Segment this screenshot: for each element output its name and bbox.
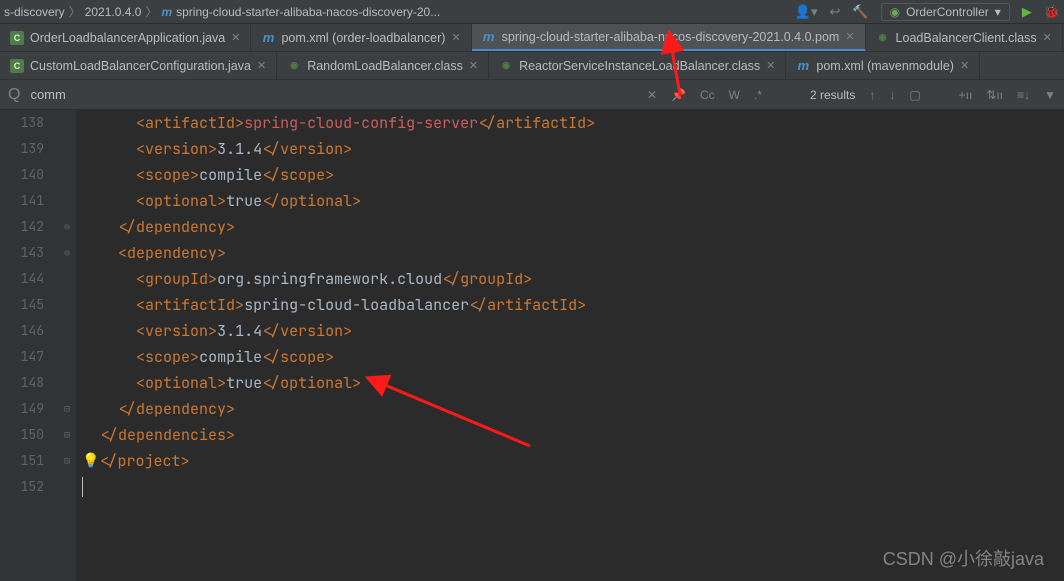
code-editor: 1381391401411421431441451461471481491501… (0, 110, 1064, 581)
close-icon[interactable]: ✕ (451, 31, 460, 44)
breadcrumb: s-discovery 〉 2021.0.4.0 〉 m spring-clou… (4, 3, 795, 20)
tab-label: spring-cloud-starter-alibaba-nacos-disco… (502, 30, 840, 44)
editor-tab[interactable]: CCustomLoadBalancerConfiguration.java✕ (0, 52, 277, 79)
chevron-right-icon: 〉 (145, 3, 157, 20)
tab-label: OrderLoadbalancerApplication.java (30, 31, 225, 45)
close-icon[interactable]: ✕ (960, 59, 969, 72)
editor-tab[interactable]: mpom.xml (mavenmodule)✕ (786, 52, 980, 79)
toggle-icon[interactable]: ⇅ıı (986, 88, 1003, 102)
clear-icon[interactable]: ✕ (647, 88, 657, 102)
code-area[interactable]: <artifactId>spring-cloud-config-server</… (76, 110, 1064, 581)
search-input[interactable] (30, 87, 330, 102)
prev-match[interactable]: ↑ (869, 88, 875, 102)
intention-bulb-icon[interactable]: 💡 (82, 448, 99, 474)
select-all-icon[interactable]: ▢ (909, 88, 920, 102)
maven-icon: m (161, 5, 172, 19)
pin-icon[interactable]: 📌 (671, 88, 686, 102)
case-toggle[interactable]: Cc (700, 88, 715, 102)
editor-tabs-row-1: COrderLoadbalancerApplication.java✕mpom.… (0, 24, 1064, 52)
search-bar: Q ✕ 📌 Cc W .* 2 results ↑ ↓ ▢ +ıı ⇅ıı ≡↓… (0, 80, 1064, 110)
hammer-icon[interactable]: 🔨 (852, 4, 868, 20)
tab-label: LoadBalancerClient.class (896, 31, 1037, 45)
controller-icon: ◉ (890, 5, 900, 19)
results-count: 2 results (810, 88, 855, 102)
editor-tab[interactable]: ◉LoadBalancerClient.class✕ (866, 24, 1063, 51)
filter-icon[interactable]: ▼ (1044, 88, 1056, 102)
debug-icon[interactable]: 🐞 (1044, 4, 1060, 20)
editor-tab[interactable]: ◉RandomLoadBalancer.class✕ (277, 52, 489, 79)
regex-toggle[interactable]: .* (754, 88, 762, 102)
editor-tab[interactable]: COrderLoadbalancerApplication.java✕ (0, 24, 251, 51)
sort-icon[interactable]: ≡↓ (1017, 88, 1030, 102)
crumb-3[interactable]: spring-cloud-starter-alibaba-nacos-disco… (176, 5, 440, 19)
close-icon[interactable]: ✕ (1043, 31, 1052, 44)
fold-column[interactable]: ⊖⊖⊟⊟⊟ (58, 110, 76, 581)
tab-label: pom.xml (mavenmodule) (816, 59, 954, 73)
editor-tab[interactable]: mspring-cloud-starter-alibaba-nacos-disc… (472, 24, 866, 51)
dropdown-icon: ▾ (995, 5, 1001, 19)
close-icon[interactable]: ✕ (231, 31, 240, 44)
tab-label: pom.xml (order-loadbalancer) (281, 31, 445, 45)
crumb-1[interactable]: s-discovery (4, 5, 65, 19)
crumb-2[interactable]: 2021.0.4.0 (85, 5, 142, 19)
words-toggle[interactable]: W (729, 88, 740, 102)
close-icon[interactable]: ✕ (845, 30, 854, 43)
search-icon: Q (8, 86, 20, 104)
add-selection-icon[interactable]: +ıı (959, 88, 973, 102)
chevron-right-icon: 〉 (69, 3, 81, 20)
watermark: CSDN @小徐敲java (883, 545, 1044, 571)
close-icon[interactable]: ✕ (469, 59, 478, 72)
next-match[interactable]: ↓ (889, 88, 895, 102)
close-icon[interactable]: ✕ (766, 59, 775, 72)
close-icon[interactable]: ✕ (257, 59, 266, 72)
tab-label: ReactorServiceInstanceLoadBalancer.class (519, 59, 760, 73)
run-config-dropdown[interactable]: ◉ OrderController ▾ (881, 3, 1010, 21)
back-icon[interactable]: ↩ (830, 4, 841, 20)
editor-tab[interactable]: mpom.xml (order-loadbalancer)✕ (251, 24, 471, 51)
line-gutter: 1381391401411421431441451461471481491501… (0, 110, 58, 581)
tab-label: CustomLoadBalancerConfiguration.java (30, 59, 251, 73)
tab-label: RandomLoadBalancer.class (307, 59, 463, 73)
editor-tab[interactable]: ◉ReactorServiceInstanceLoadBalancer.clas… (489, 52, 786, 79)
user-icon[interactable]: 👤▾ (795, 4, 818, 20)
run-config-label: OrderController (906, 5, 989, 19)
editor-tabs-row-2: CCustomLoadBalancerConfiguration.java✕◉R… (0, 52, 1064, 80)
run-icon[interactable]: ▶ (1022, 4, 1032, 20)
